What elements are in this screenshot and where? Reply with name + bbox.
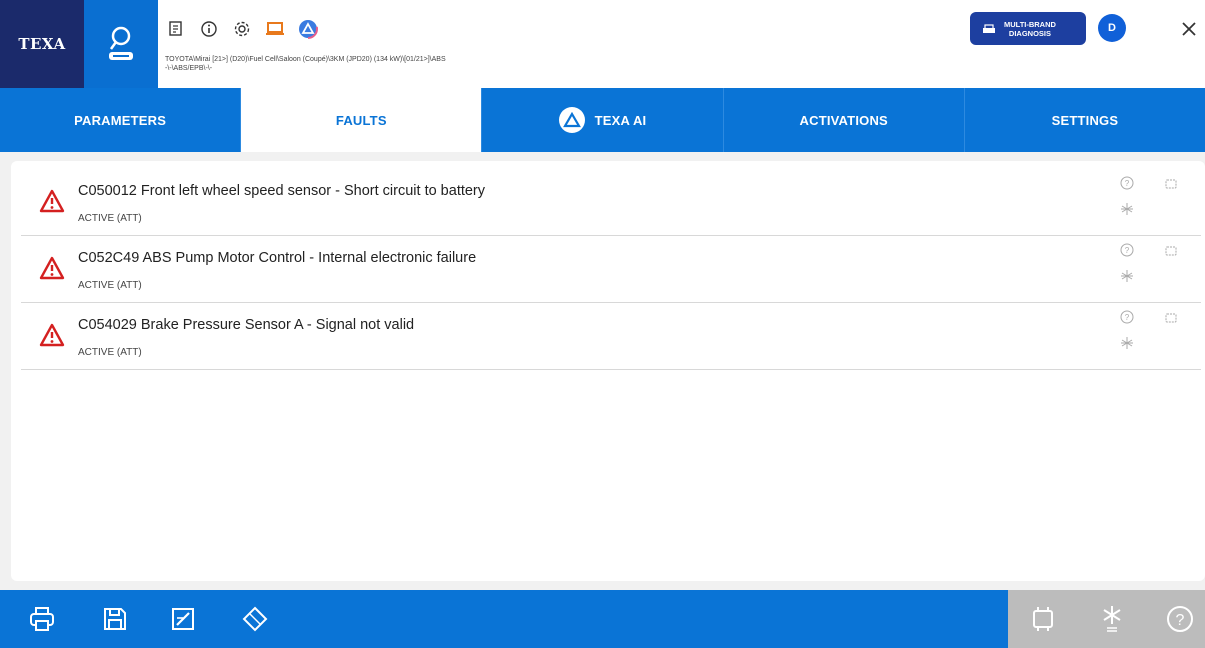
faults-panel: C050012 Front left wheel speed sensor - … [11, 161, 1205, 581]
multi-brand-label: MULTI-BRAND DIAGNOSIS [1004, 19, 1056, 38]
vehicle-path-line2: -\-\ABS/EPB\-\- [165, 65, 213, 72]
help-icon[interactable]: ? [1120, 176, 1134, 190]
tab-faults[interactable]: FAULTS [241, 88, 483, 152]
tab-parameters[interactable]: PARAMETERS [0, 88, 242, 152]
svg-text:?: ? [1125, 179, 1130, 188]
warning-icon [39, 256, 65, 280]
header-toolbar [166, 18, 318, 40]
help-icon[interactable]: ? [1165, 604, 1195, 634]
edit-document-icon[interactable] [168, 604, 198, 634]
fault-status: ACTIVE (ATT) [78, 280, 142, 291]
close-icon [1182, 22, 1196, 36]
tab-texa-ai[interactable]: TEXA AI [482, 88, 724, 152]
fault-title: C050012 Front left wheel speed sensor - … [78, 183, 486, 199]
texa-ai-tab-icon [558, 107, 585, 133]
car-icon [983, 23, 995, 33]
fault-row[interactable]: C050012 Front left wheel speed sensor - … [21, 169, 1201, 236]
report-icon[interactable] [166, 19, 186, 39]
vehicle-path-line1: TOYOTA\Mirai [21>] (D20)\Fuel Cell\Saloo… [165, 56, 446, 63]
fault-title: C052C49 ABS Pump Motor Control - Interna… [78, 250, 477, 266]
close-button[interactable] [1178, 18, 1200, 40]
warning-icon [39, 189, 65, 213]
freeze-frame-icon[interactable] [1097, 604, 1127, 634]
vehicle-search-button[interactable] [84, 0, 158, 88]
multi-brand-diagnosis-button[interactable]: MULTI-BRAND DIAGNOSIS [970, 12, 1086, 45]
laptop-icon[interactable] [265, 19, 285, 39]
gear-icon[interactable] [232, 19, 252, 39]
freeze-frame-icon[interactable] [1120, 269, 1134, 289]
print-icon[interactable] [27, 604, 57, 634]
fault-row[interactable]: C054029 Brake Pressure Sensor A - Signal… [21, 303, 1201, 370]
freeze-frame-icon[interactable] [1120, 336, 1134, 356]
fault-status: ACTIVE (ATT) [78, 347, 142, 358]
footer-toolbar: ? [0, 590, 1205, 648]
header: TEXA TOYOTA\Mirai [21>] (D20)\Fuel Cell\… [0, 0, 1205, 88]
freeze-frame-icon[interactable] [1120, 202, 1134, 222]
help-icon[interactable]: ? [1120, 243, 1134, 257]
texa-ai-icon[interactable] [298, 19, 318, 39]
logo-text: TEXA [18, 35, 66, 53]
texa-logo: TEXA [0, 0, 84, 88]
footer-actions [0, 590, 1008, 648]
svg-text:?: ? [1176, 612, 1185, 629]
tab-activations[interactable]: ACTIVATIONS [724, 88, 965, 152]
info-icon[interactable] [199, 19, 219, 39]
vehicle-path: TOYOTA\Mirai [21>] (D20)\Fuel Cell\Saloo… [165, 55, 565, 73]
svg-text:?: ? [1125, 313, 1130, 322]
fault-status: ACTIVE (ATT) [78, 213, 142, 224]
ecu-icon[interactable] [1164, 244, 1178, 258]
tab-settings[interactable]: SETTINGS [965, 88, 1205, 152]
main-tabs: PARAMETERS FAULTS TEXA AI ACTIVATIONS SE… [0, 88, 1205, 152]
ecu-icon[interactable] [1164, 311, 1178, 325]
vehicle-search-icon [109, 26, 133, 60]
eraser-icon[interactable] [240, 604, 270, 634]
avatar[interactable]: D [1098, 14, 1126, 42]
help-icon[interactable]: ? [1120, 310, 1134, 324]
ecu-icon[interactable] [1164, 177, 1178, 191]
save-icon[interactable] [100, 604, 130, 634]
footer-fault-tools: ? [1008, 590, 1205, 648]
svg-text:?: ? [1125, 246, 1130, 255]
warning-icon [39, 323, 65, 347]
fault-row[interactable]: C052C49 ABS Pump Motor Control - Interna… [21, 236, 1201, 303]
fault-title: C054029 Brake Pressure Sensor A - Signal… [78, 317, 415, 333]
ecu-icon[interactable] [1028, 604, 1058, 634]
